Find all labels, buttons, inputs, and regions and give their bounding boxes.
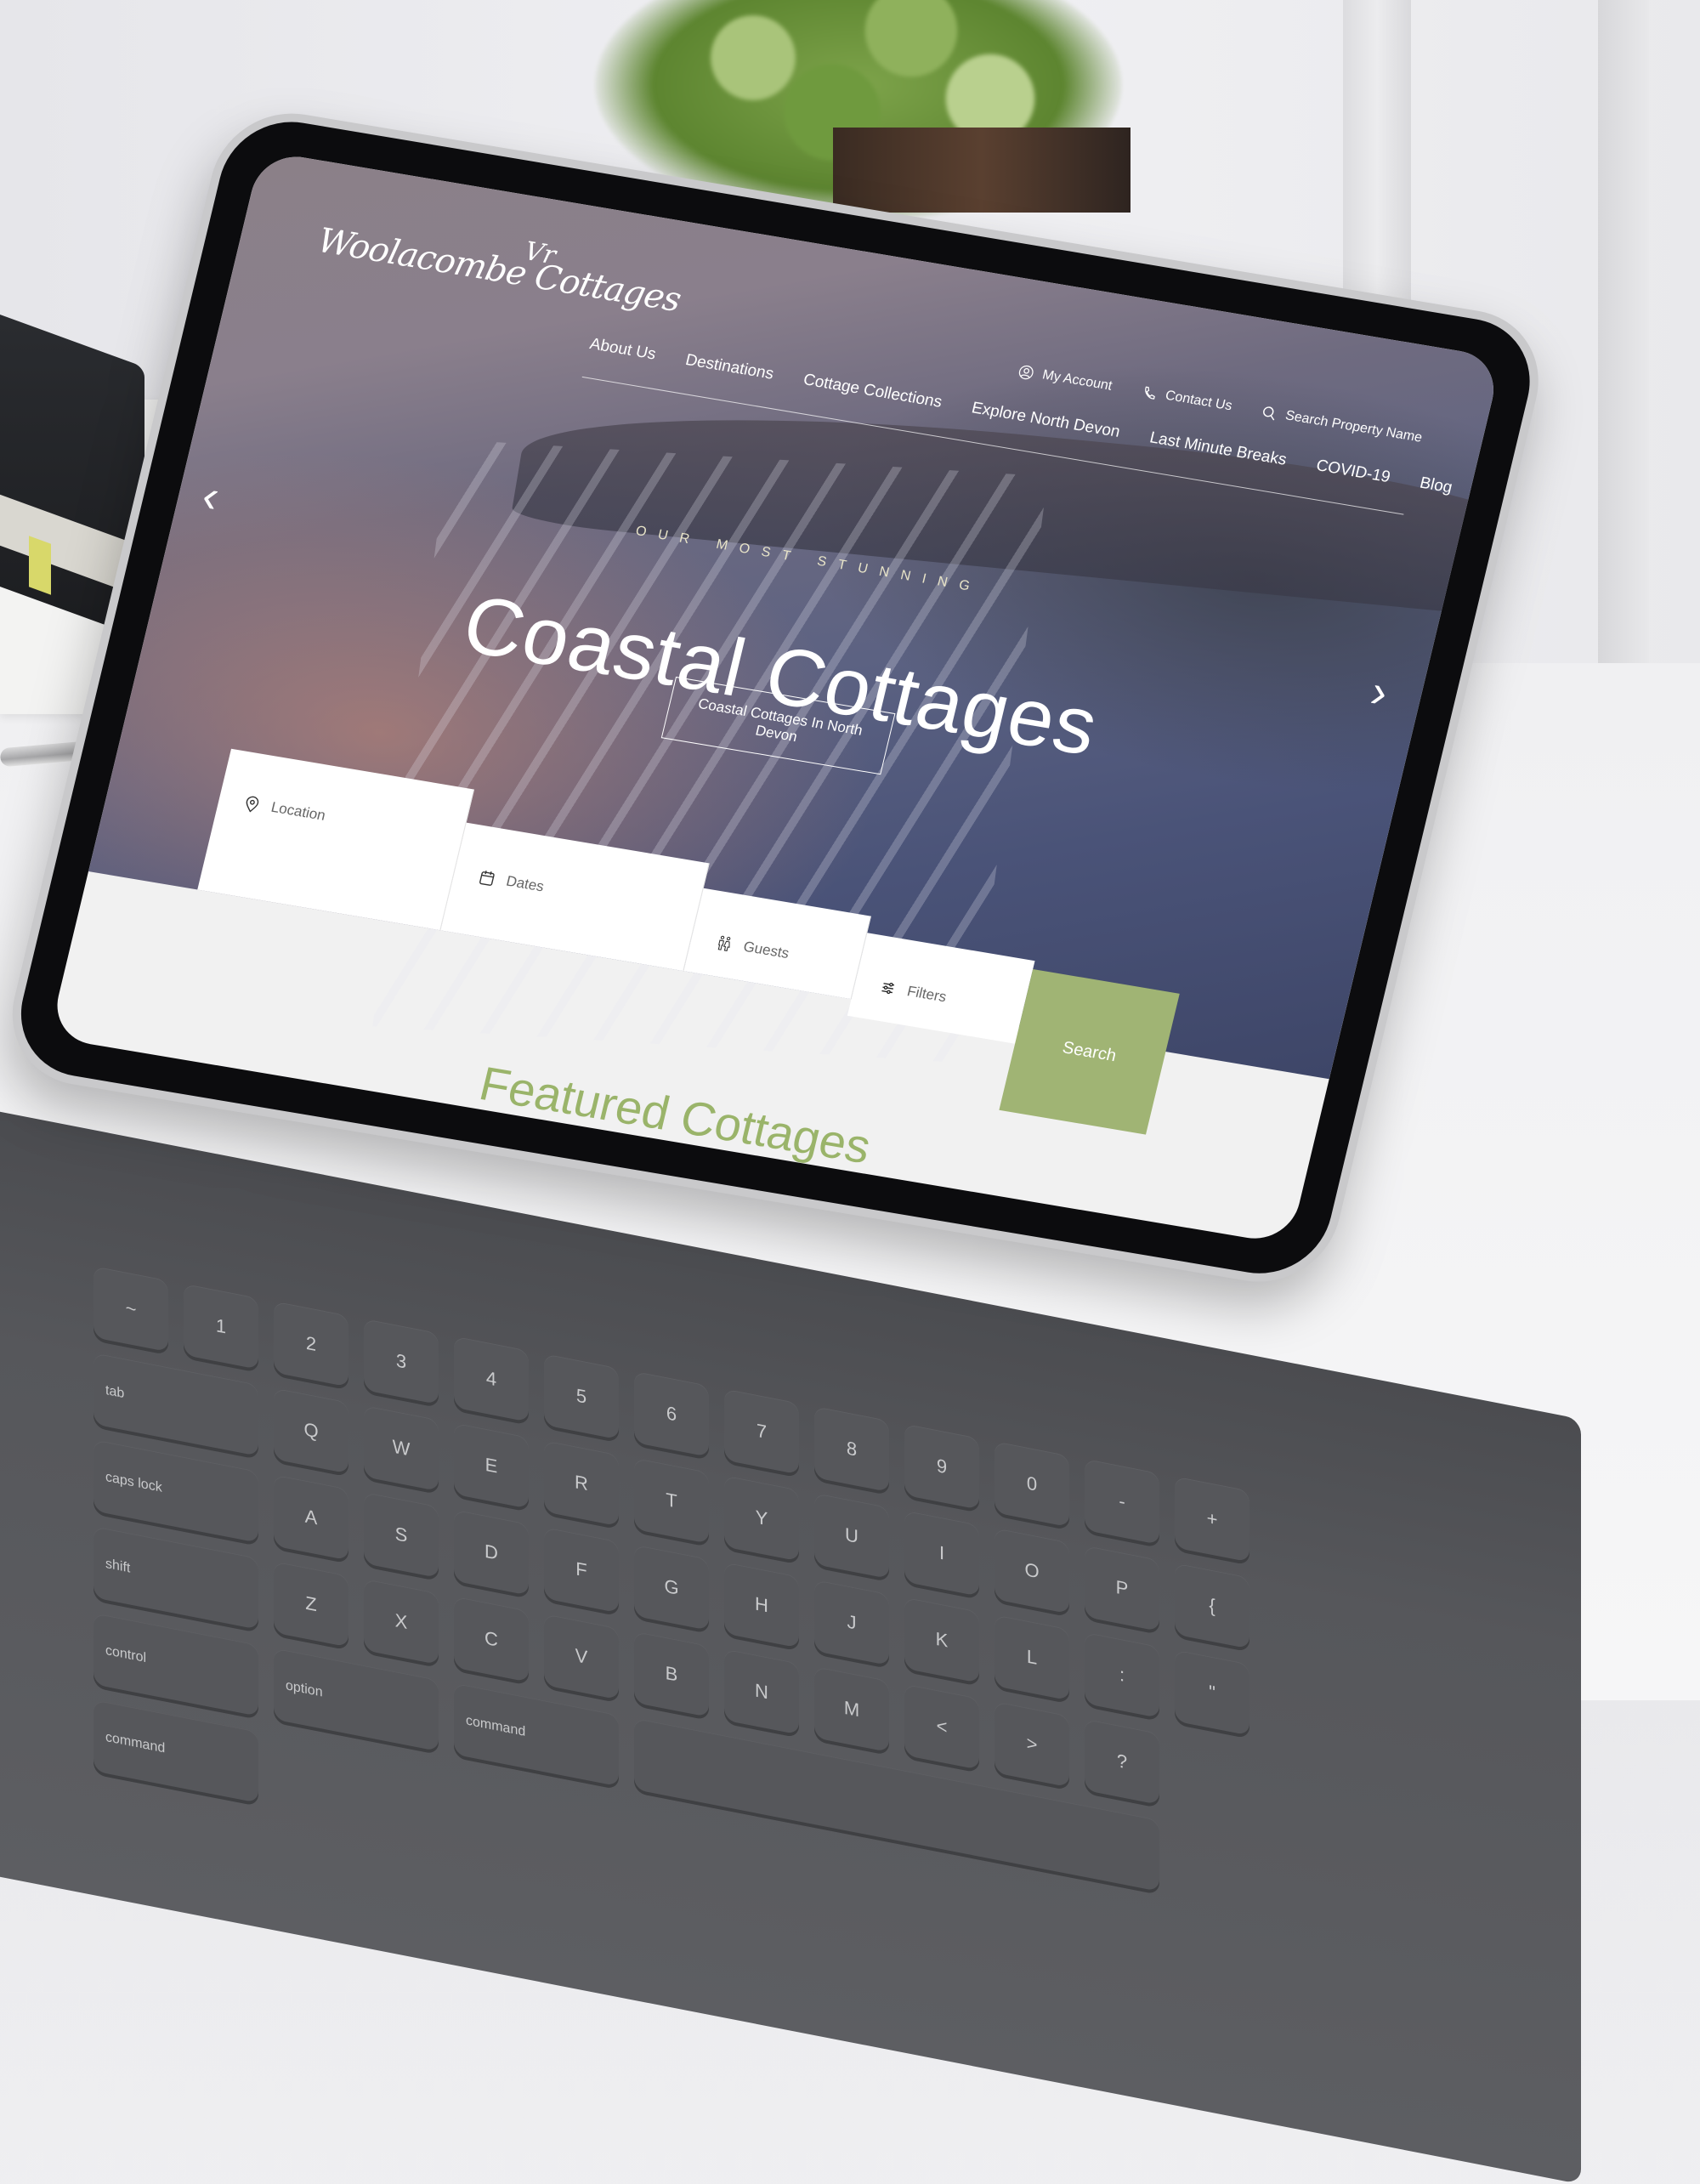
tablet-device: Woolacombe Cottages Vr My Account Contac… (0, 102, 1655, 1542)
plant-pot (833, 128, 1130, 213)
key: command (94, 1699, 258, 1803)
contact-us-link[interactable]: Contact Us (1140, 384, 1233, 414)
key: { (1175, 1563, 1250, 1649)
nav-destinations[interactable]: Destinations (683, 351, 775, 384)
key: shift (94, 1526, 258, 1630)
user-circle-icon (1019, 365, 1034, 380)
key: Z (274, 1561, 348, 1648)
sliders-icon (881, 982, 895, 995)
site-logo[interactable]: Woolacombe Cottages (314, 221, 684, 320)
key: B (634, 1631, 709, 1717)
key: N (724, 1648, 799, 1735)
key: option (274, 1648, 439, 1752)
key: ? (1085, 1718, 1159, 1805)
search-icon (1263, 406, 1275, 421)
search-property-link[interactable]: Search Property Name (1261, 405, 1424, 446)
key: Y (724, 1475, 799, 1562)
key: > (994, 1701, 1069, 1788)
key: control (94, 1613, 258, 1716)
carousel-prev-arrow-icon[interactable]: ‹ (197, 469, 224, 523)
website-screen: Woolacombe Cottages Vr My Account Contac… (48, 150, 1503, 1245)
key: T (634, 1457, 709, 1544)
search-property-label: Search Property Name (1284, 408, 1424, 445)
key: O (994, 1528, 1069, 1614)
my-account-link[interactable]: My Account (1017, 364, 1114, 394)
search-button[interactable]: Search (999, 968, 1180, 1135)
dates-placeholder: Dates (504, 872, 546, 895)
key: D (454, 1509, 529, 1596)
key: H (724, 1562, 799, 1648)
phone-icon (1145, 386, 1155, 400)
key: tab (94, 1353, 258, 1456)
key: K (904, 1597, 979, 1683)
key: L (994, 1614, 1069, 1701)
key: Q (274, 1387, 348, 1474)
key: J (814, 1579, 889, 1666)
key: A (274, 1474, 348, 1561)
key: M (814, 1665, 889, 1753)
key: U (814, 1492, 889, 1580)
guests-icon (717, 935, 731, 951)
location-placeholder: Location (269, 798, 327, 824)
nav-about-us[interactable]: About Us (587, 335, 658, 364)
key: G (634, 1544, 709, 1631)
map-pin-icon (246, 796, 259, 813)
bookmark (29, 536, 51, 595)
key: " (1175, 1649, 1250, 1736)
calendar-icon (479, 871, 495, 886)
filters-label: Filters (905, 983, 949, 1006)
nav-cottage-collections[interactable]: Cottage Collections (802, 371, 944, 412)
guests-placeholder: Guests (741, 938, 791, 962)
key: S (364, 1491, 439, 1579)
key: E (454, 1422, 529, 1509)
key-space (634, 1717, 1159, 1892)
my-account-label: My Account (1040, 367, 1114, 394)
key: V (544, 1614, 619, 1700)
key: command (454, 1682, 619, 1787)
key: C (454, 1596, 529, 1682)
carousel-next-arrow-icon[interactable]: › (1366, 665, 1393, 718)
key: R (544, 1440, 619, 1527)
key: : (1085, 1631, 1159, 1718)
key: W (364, 1404, 439, 1492)
key: F (544, 1527, 619, 1614)
contact-us-label: Contact Us (1164, 388, 1234, 414)
key: caps lock (94, 1439, 258, 1543)
key: < (904, 1683, 979, 1770)
key: X (364, 1578, 439, 1665)
key: P (1085, 1545, 1159, 1631)
key: I (904, 1510, 979, 1597)
